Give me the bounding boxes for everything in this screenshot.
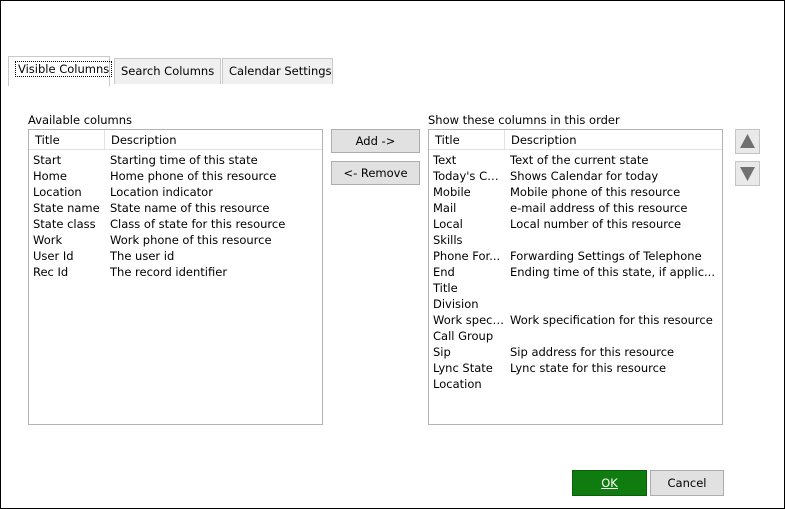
column-header-description[interactable]: Description: [105, 130, 322, 150]
remove-column-button[interactable]: <- Remove: [331, 161, 420, 185]
list-item-description: Forwarding Settings of Telephone: [510, 249, 702, 263]
list-item-title: Skills: [433, 233, 463, 247]
list-item-description: Work phone of this resource: [110, 233, 272, 247]
list-item-title: Start: [33, 153, 62, 167]
list-item-title: State name: [33, 201, 100, 215]
list-item-description: e-mail address of this resource: [510, 201, 688, 215]
list-item-description: The record identifier: [110, 265, 228, 279]
list-item-description: Ending time of this state, if applic...: [510, 265, 715, 279]
list-item-description: Home phone of this resource: [110, 169, 277, 183]
list-item[interactable]: Phone For... Forwarding Settings of Telep…: [429, 248, 722, 264]
list-item[interactable]: Skills: [429, 232, 722, 248]
list-item-description: Sip address for this resource: [510, 345, 675, 359]
list-item[interactable]: Sip Sip address for this resource: [429, 344, 722, 360]
list-item-description: Mobile phone of this resource: [510, 185, 681, 199]
move-down-button[interactable]: [735, 161, 760, 186]
tab-visible-columns-label: Visible Columns: [15, 61, 113, 77]
list-item-title: Today's Ca...: [433, 169, 505, 183]
shown-columns-list[interactable]: Title Description Text Text of the curren…: [428, 129, 723, 425]
list-item-title: Location: [33, 185, 82, 199]
list-item[interactable]: Title: [429, 280, 722, 296]
list-item[interactable]: Mail e-mail address of this resource: [429, 200, 722, 216]
available-rows: Start Starting time of this state Home Home…: [29, 152, 322, 280]
column-settings-dialog: Visible Columns Search Columns Calendar …: [0, 0, 785, 509]
list-item-title: Local: [433, 217, 463, 231]
triangle-up-icon: [740, 134, 755, 148]
list-item[interactable]: Mobile Mobile phone of this resource: [429, 184, 722, 200]
list-item-title: State class: [33, 217, 96, 231]
list-item[interactable]: Text Text of the current state: [429, 152, 722, 168]
add-column-button[interactable]: Add ->: [331, 129, 420, 153]
ok-button-label: OK: [601, 476, 618, 490]
list-item[interactable]: Work speci... Work specification for this…: [429, 312, 722, 328]
tab-search-columns[interactable]: Search Columns: [114, 58, 221, 84]
list-item[interactable]: User Id The user id: [29, 248, 322, 264]
list-header: Title Description: [29, 130, 322, 150]
list-item-title: End: [433, 265, 455, 279]
list-item[interactable]: Work Work phone of this resource: [29, 232, 322, 248]
list-item[interactable]: Location Location indicator: [29, 184, 322, 200]
list-item-title: Home: [33, 169, 67, 183]
list-item[interactable]: Home Home phone of this resource: [29, 168, 322, 184]
list-item[interactable]: Call Group: [429, 328, 722, 344]
list-item[interactable]: State name State name of this resource: [29, 200, 322, 216]
list-item-title: Rec Id: [33, 265, 69, 279]
tab-calendar-settings[interactable]: Calendar Settings: [222, 58, 333, 84]
list-item[interactable]: End Ending time of this state, if applic.…: [429, 264, 722, 280]
tab-visible-columns[interactable]: Visible Columns: [8, 56, 113, 86]
list-item-title: Title: [433, 281, 458, 295]
list-item-title: Lync State: [433, 361, 493, 375]
list-item-title: Phone For...: [433, 249, 501, 263]
list-item[interactable]: Start Starting time of this state: [29, 152, 322, 168]
shown-rows: Text Text of the current state Today's Ca.…: [429, 152, 722, 392]
list-item[interactable]: State class Class of state for this resou…: [29, 216, 322, 232]
column-header-description[interactable]: Description: [505, 130, 722, 150]
list-item-description: Lync state for this resource: [510, 361, 667, 375]
list-item-description: Starting time of this state: [110, 153, 258, 167]
list-item-title: User Id: [33, 249, 74, 263]
list-item-title: Work speci...: [433, 313, 505, 327]
available-columns-label: Available columns: [28, 113, 133, 127]
list-item-title: Mail: [433, 201, 457, 215]
shown-columns-label: Show these columns in this order: [428, 113, 620, 127]
ok-button[interactable]: OK: [572, 470, 647, 496]
list-item-description: Location indicator: [110, 185, 213, 199]
triangle-down-icon: [740, 167, 755, 181]
column-header-title[interactable]: Title: [429, 130, 505, 150]
list-item-description: Work specification for this resource: [510, 313, 713, 327]
cancel-button[interactable]: Cancel: [650, 470, 724, 496]
list-item-title: Location: [433, 377, 482, 391]
list-item[interactable]: Division: [429, 296, 722, 312]
list-item-title: Mobile: [433, 185, 471, 199]
list-item-description: State name of this resource: [110, 201, 270, 215]
list-item[interactable]: Rec Id The record identifier: [29, 264, 322, 280]
move-up-button[interactable]: [735, 129, 760, 154]
list-item-description: Class of state for this resource: [110, 217, 286, 231]
list-item-title: Sip: [433, 345, 451, 359]
list-item[interactable]: Local Local number of this resource: [429, 216, 722, 232]
list-item-title: Text: [433, 153, 457, 167]
list-header: Title Description: [429, 130, 722, 150]
list-item-description: Local number of this resource: [510, 217, 682, 231]
list-item-title: Work: [33, 233, 63, 247]
list-item-description: The user id: [110, 249, 175, 263]
list-item-title: Division: [433, 297, 479, 311]
available-columns-list[interactable]: Title Description Start Starting time of …: [28, 129, 323, 425]
list-item-title: Call Group: [433, 329, 494, 343]
list-item[interactable]: Location: [429, 376, 722, 392]
list-item-description: Shows Calendar for today: [510, 169, 659, 183]
column-header-title[interactable]: Title: [29, 130, 105, 150]
list-item-description: Text of the current state: [510, 153, 649, 167]
list-item[interactable]: Lync State Lync state for this resource: [429, 360, 722, 376]
list-item[interactable]: Today's Ca... Shows Calendar for today: [429, 168, 722, 184]
